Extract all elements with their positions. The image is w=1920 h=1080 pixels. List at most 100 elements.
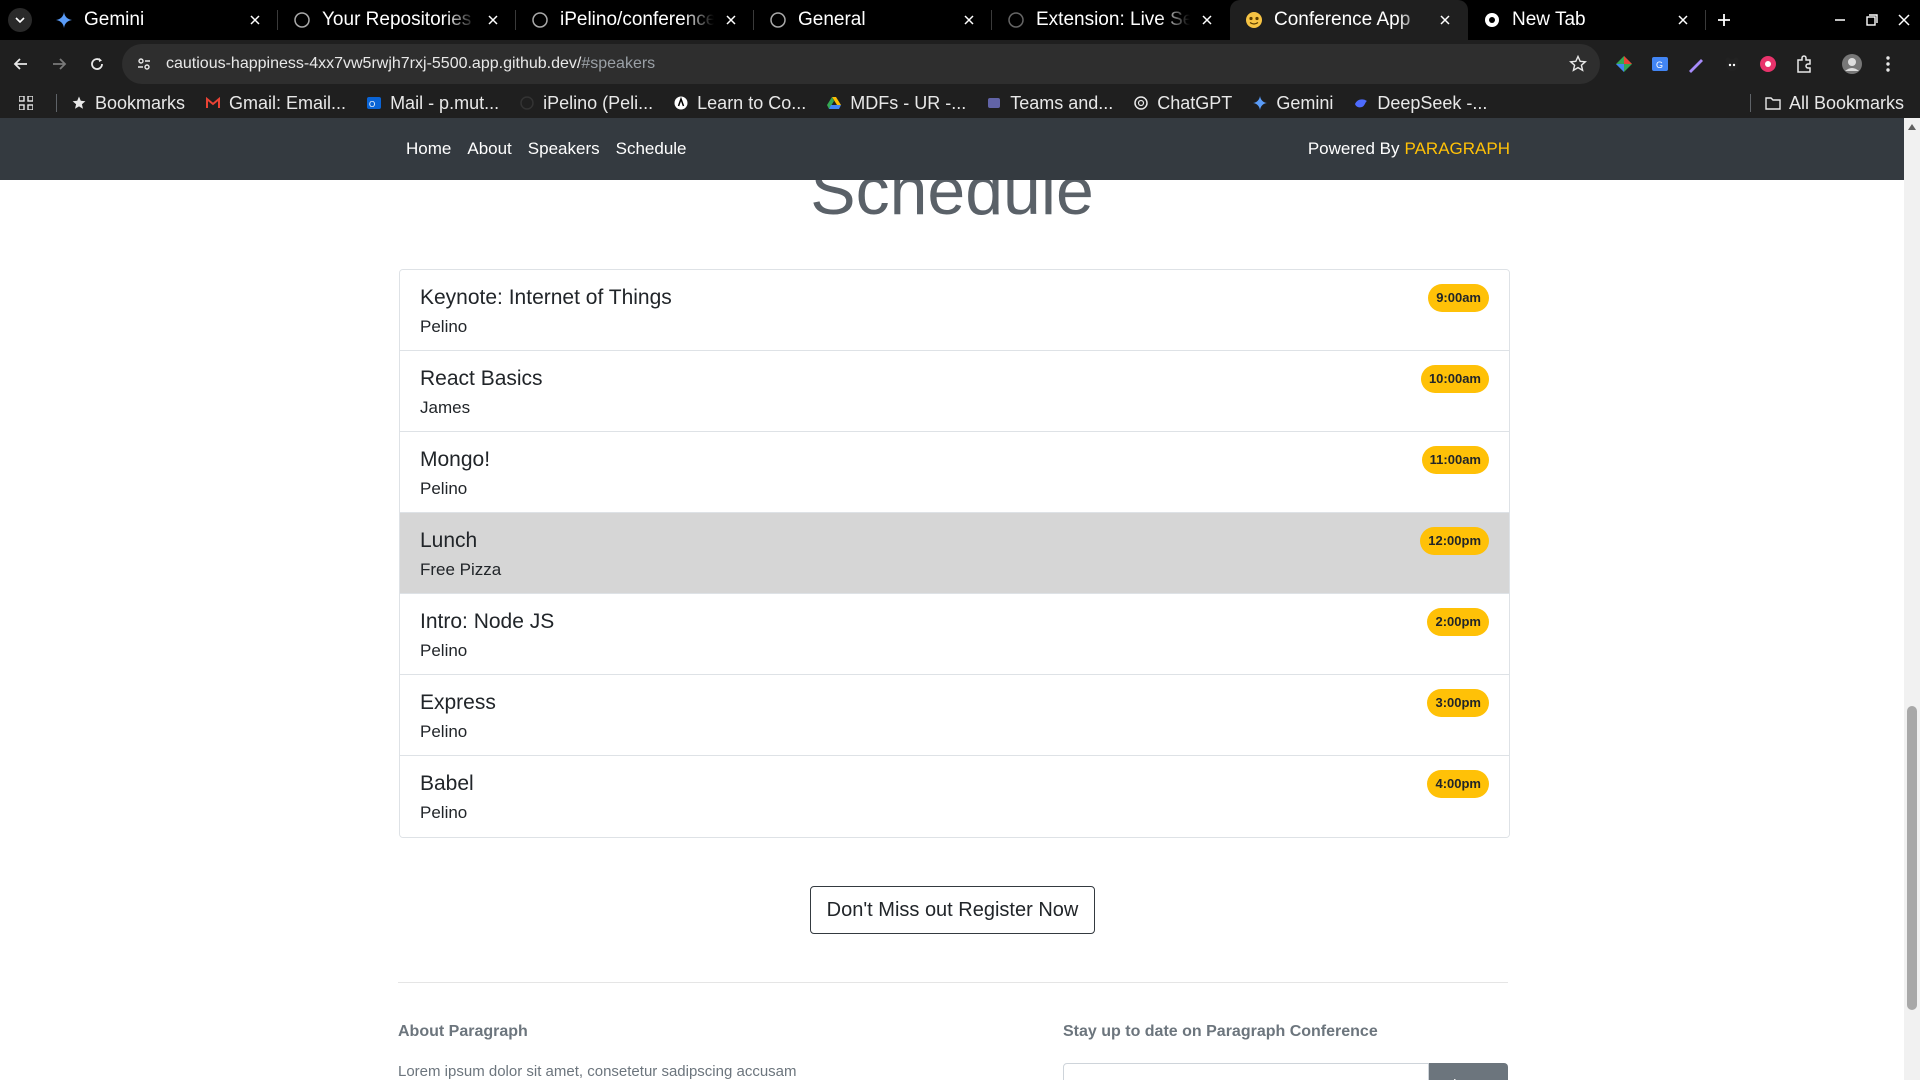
schedule-item: Express Pelino 3:00pm xyxy=(400,675,1509,756)
star-icon xyxy=(71,95,87,111)
chrome-icon xyxy=(1482,10,1502,30)
time-badge: 2:00pm xyxy=(1427,608,1489,636)
close-icon[interactable] xyxy=(1198,11,1216,29)
restore-button[interactable] xyxy=(1856,0,1888,40)
color-picker-extension-icon[interactable] xyxy=(1612,52,1636,76)
outlook-icon: O xyxy=(366,95,382,111)
bookmark-item[interactable]: Gmail: Email... xyxy=(205,93,346,114)
kebab-menu-icon[interactable] xyxy=(1876,52,1900,76)
newsletter-email-input[interactable] xyxy=(1063,1063,1429,1080)
page-scrollbar[interactable] xyxy=(1904,118,1920,1080)
session-title: Express xyxy=(420,691,496,714)
address-bar[interactable]: cautious-happiness-4xx7vw5rwjh7rxj-5500.… xyxy=(122,44,1600,84)
bookmark-item[interactable]: Learn to Co... xyxy=(673,93,806,114)
nav-link-about[interactable]: About xyxy=(467,139,511,159)
tab-conference-app[interactable]: Conference App xyxy=(1230,0,1468,40)
schedule-item-lunch: Lunch Free Pizza 12:00pm xyxy=(400,513,1509,594)
brand-link[interactable]: PARAGRAPH xyxy=(1405,139,1511,159)
svg-text:G: G xyxy=(1656,60,1663,70)
tab-search-button[interactable] xyxy=(0,0,40,40)
time-badge: 11:00am xyxy=(1421,446,1489,474)
tab-title: General xyxy=(798,9,866,30)
bookmark-item[interactable]: Bookmarks xyxy=(71,93,185,114)
all-bookmarks-button[interactable]: All Bookmarks xyxy=(1765,88,1904,118)
nav-link-schedule[interactable]: Schedule xyxy=(616,139,687,159)
session-title: Mongo! xyxy=(420,448,491,471)
record-extension-icon[interactable] xyxy=(1756,52,1780,76)
extensions-area: G xyxy=(1612,52,1912,76)
code-icon xyxy=(673,95,689,111)
site-info-icon[interactable] xyxy=(134,54,154,74)
bookmark-item[interactable]: Teams and... xyxy=(986,93,1113,114)
bookmark-item[interactable]: DeepSeek -... xyxy=(1353,93,1487,114)
session-title: Babel xyxy=(420,772,474,795)
bookmark-star-icon[interactable] xyxy=(1568,54,1588,74)
svg-text:O: O xyxy=(369,100,375,109)
chevron-down-icon xyxy=(15,17,25,24)
close-icon[interactable] xyxy=(484,11,502,29)
tab-your-repositories[interactable]: Your Repositories xyxy=(278,0,516,40)
window-controls xyxy=(1824,0,1920,40)
reload-button[interactable] xyxy=(80,47,114,81)
folder-icon xyxy=(1765,96,1781,110)
tab-new-tab[interactable]: New Tab xyxy=(1468,0,1706,40)
new-tab-button[interactable] xyxy=(1706,0,1742,40)
bookmark-item[interactable]: O Mail - p.mut... xyxy=(366,93,499,114)
page-viewport: Schedule Home About Speakers Schedule Po… xyxy=(0,118,1904,1080)
close-icon[interactable] xyxy=(722,11,740,29)
tab-conference-repo[interactable]: iPelino/conference_p xyxy=(516,0,754,40)
time-badge: 9:00am xyxy=(1428,284,1489,312)
footer-divider xyxy=(398,982,1508,983)
tab-title: Conference App xyxy=(1274,9,1411,30)
bookmark-item[interactable]: Gemini xyxy=(1252,93,1333,114)
translate-extension-icon[interactable]: G xyxy=(1648,52,1672,76)
plus-icon xyxy=(1718,14,1730,26)
panda-extension-icon[interactable] xyxy=(1720,52,1744,76)
nav-link-speakers[interactable]: Speakers xyxy=(528,139,600,159)
site-navbar: Home About Speakers Schedule Powered By … xyxy=(0,118,1904,180)
profile-avatar-icon[interactable] xyxy=(1840,52,1864,76)
gemini-icon xyxy=(54,10,74,30)
pen-extension-icon[interactable] xyxy=(1684,52,1708,76)
tab-general[interactable]: General xyxy=(754,0,992,40)
drive-icon xyxy=(826,95,842,111)
time-badge: 12:00pm xyxy=(1420,527,1489,555)
deepseek-icon xyxy=(1353,95,1369,111)
bookmark-item[interactable]: MDFs - UR -... xyxy=(826,93,966,114)
register-button[interactable]: Don't Miss out Register Now xyxy=(810,886,1095,934)
tab-title: iPelino/conference_p xyxy=(560,9,714,30)
bookmark-item[interactable]: ChatGPT xyxy=(1133,93,1232,114)
schedule-item: React Basics James 10:00am xyxy=(400,351,1509,432)
tab-title: Gemini xyxy=(84,9,145,30)
back-button[interactable] xyxy=(4,47,38,81)
tab-gemini[interactable]: Gemini xyxy=(40,0,278,40)
tab-extension-live-server[interactable]: Extension: Live Serv xyxy=(992,0,1230,40)
session-speaker: Pelino xyxy=(420,479,468,498)
close-icon[interactable] xyxy=(1436,11,1454,29)
close-icon[interactable] xyxy=(246,11,264,29)
reload-icon xyxy=(91,58,103,70)
tab-title: New Tab xyxy=(1512,9,1586,30)
scroll-up-arrow-icon[interactable] xyxy=(1907,122,1917,132)
close-icon[interactable] xyxy=(960,11,978,29)
bookmark-item[interactable]: iPelino (Peli... xyxy=(519,93,653,114)
github-icon xyxy=(1006,10,1026,30)
tab-title: Your Repositories xyxy=(322,9,472,30)
apps-grid-icon[interactable] xyxy=(16,93,36,113)
gmail-icon xyxy=(205,95,221,111)
arrow-left-icon xyxy=(13,58,27,70)
close-window-button[interactable] xyxy=(1888,0,1920,40)
puzzle-icon[interactable] xyxy=(1792,52,1816,76)
schedule-list: Keynote: Internet of Things Pelino 9:00a… xyxy=(399,269,1510,838)
chatgpt-icon xyxy=(1133,95,1149,111)
forward-button[interactable] xyxy=(42,47,76,81)
schedule-item: Keynote: Internet of Things Pelino 9:00a… xyxy=(400,270,1509,351)
close-icon[interactable] xyxy=(1674,11,1692,29)
minimize-button[interactable] xyxy=(1824,0,1856,40)
nav-links: Home About Speakers Schedule xyxy=(406,118,703,180)
nav-link-home[interactable]: Home xyxy=(406,139,451,159)
signup-button[interactable]: Sign up xyxy=(1429,1063,1508,1080)
session-speaker: Pelino xyxy=(420,722,468,741)
scrollbar-thumb[interactable] xyxy=(1907,706,1917,1010)
github-icon xyxy=(768,10,788,30)
